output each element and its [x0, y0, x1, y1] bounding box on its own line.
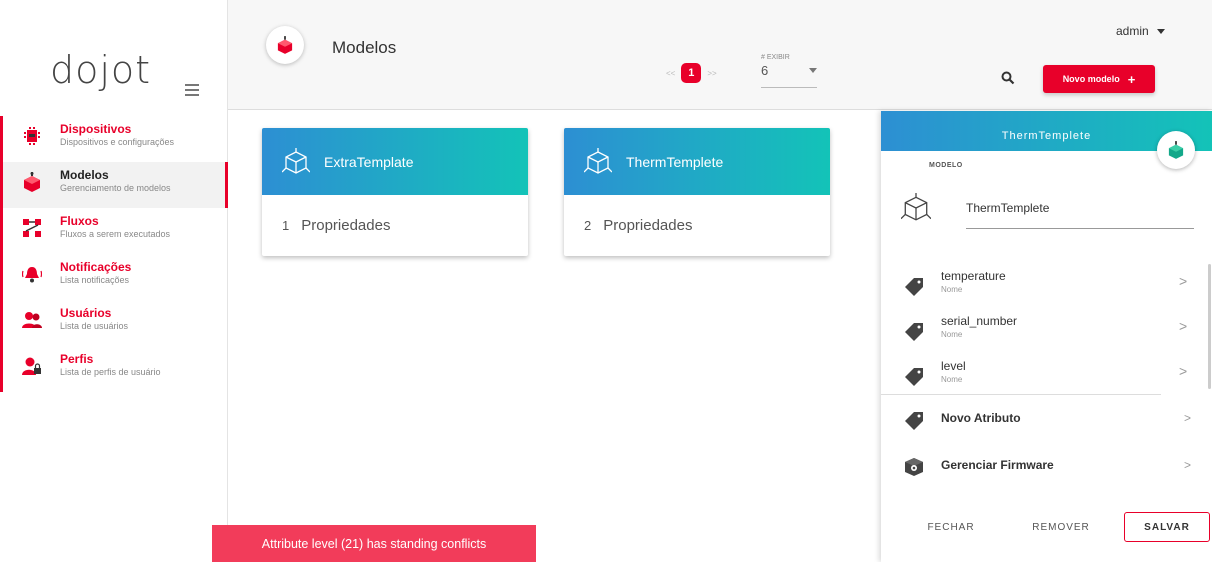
- template-icon: [584, 147, 612, 174]
- manage-firmware-label: Gerenciar Firmware: [941, 458, 1054, 472]
- flow-icon: [21, 217, 43, 239]
- chevron-right-icon: >: [1179, 363, 1188, 379]
- sidebar-item-perfis[interactable]: Perfis Lista de perfis de usuário: [0, 346, 228, 392]
- sidebar-item-sublabel: Lista de usuários: [60, 321, 129, 331]
- attribute-type: Nome: [941, 330, 963, 339]
- chevron-down-icon: [1156, 28, 1165, 34]
- page-header: Modelos << 1 >> # EXIBIR 6 admin Novo mo…: [228, 0, 1212, 110]
- new-model-label: Novo modelo: [1062, 74, 1120, 84]
- template-icon: [901, 193, 931, 221]
- sidebar-item-label: Usuários: [60, 306, 112, 320]
- attribute-name: level: [941, 359, 966, 373]
- error-toast: Attribute level (21) has standing confli…: [212, 525, 536, 562]
- profile-lock-icon: [21, 355, 43, 377]
- firmware-box-icon: [905, 458, 923, 476]
- scrollbar[interactable]: [1208, 264, 1211, 389]
- sidebar-nav: Dispositivos Dispositivos e configuraçõe…: [0, 116, 228, 392]
- model-name-field[interactable]: ThermTemplete: [966, 201, 1049, 215]
- page-title: Modelos: [332, 38, 397, 57]
- sidebar-item-sublabel: Dispositivos e configurações: [60, 137, 175, 147]
- new-attribute-label: Novo Atributo: [941, 411, 1021, 425]
- attribute-type: Nome: [941, 285, 963, 294]
- users-icon: [21, 309, 43, 331]
- template-name: ExtraTemplate: [324, 153, 414, 170]
- hamburger-menu-icon[interactable]: [185, 84, 199, 96]
- property-label: Propriedades: [603, 217, 693, 234]
- app-logo[interactable]: dojot: [50, 48, 151, 92]
- section-label: MODELO: [929, 162, 963, 169]
- cube-icon: [266, 26, 304, 64]
- attribute-name: temperature: [941, 269, 1006, 283]
- new-attribute-item[interactable]: Novo Atributo >: [881, 401, 1212, 441]
- sidebar-item-dispositivos[interactable]: Dispositivos Dispositivos e configuraçõe…: [0, 116, 228, 162]
- property-label: Propriedades: [301, 217, 391, 234]
- close-button[interactable]: FECHAR: [911, 512, 991, 542]
- sidebar-item-fluxos[interactable]: Fluxos Fluxos a serem executados: [0, 208, 228, 254]
- sidebar: dojot Dispositivos Dispositivos e config…: [0, 0, 228, 562]
- attribute-item[interactable]: serial_number Nome >: [881, 312, 1212, 356]
- sidebar-item-notificacoes[interactable]: Notificações Lista notificações: [0, 254, 228, 300]
- sidebar-item-sublabel: Fluxos a serem executados: [60, 229, 171, 239]
- chevron-right-icon: >: [1179, 273, 1188, 289]
- attribute-name: serial_number: [941, 314, 1018, 328]
- template-name: ThermTemplete: [626, 153, 724, 170]
- property-count: 1: [282, 218, 290, 233]
- chevron-right-icon: >: [1184, 458, 1192, 472]
- sidebar-item-label: Modelos: [60, 168, 109, 182]
- attribute-type: Nome: [941, 375, 963, 384]
- sidebar-item-usuarios[interactable]: Usuários Lista de usuários: [0, 300, 228, 346]
- prev-page-button[interactable]: <<: [666, 69, 675, 78]
- search-icon[interactable]: [1001, 71, 1015, 85]
- chevron-down-icon: [809, 68, 817, 73]
- tag-icon: [905, 412, 923, 430]
- chevron-right-icon: >: [1184, 411, 1192, 425]
- tag-icon: [905, 368, 923, 386]
- sidebar-item-label: Notificações: [60, 260, 132, 274]
- next-page-button[interactable]: >>: [707, 69, 716, 78]
- cube-icon: [1157, 131, 1195, 169]
- sidebar-item-modelos[interactable]: Modelos Gerenciamento de modelos: [0, 162, 228, 208]
- sidebar-item-label: Dispositivos: [60, 122, 132, 136]
- page-size-select[interactable]: # EXIBIR 6: [761, 54, 817, 88]
- template-icon: [282, 147, 310, 174]
- page-size-value: 6: [761, 63, 769, 78]
- app-root: dojot Dispositivos Dispositivos e config…: [0, 0, 1212, 562]
- plus-icon: +: [1127, 71, 1136, 87]
- current-page[interactable]: 1: [681, 63, 702, 83]
- template-card[interactable]: ThermTemplete 2 Propriedades: [564, 128, 830, 256]
- sidebar-item-label: Fluxos: [60, 214, 99, 228]
- page-size-label: # EXIBIR: [761, 54, 790, 61]
- template-detail-panel: ThermTemplete MODELO ThermTemplete tempe…: [881, 111, 1212, 562]
- tag-icon: [905, 323, 923, 341]
- bell-icon: [21, 263, 43, 285]
- sidebar-item-label: Perfis: [60, 352, 94, 366]
- property-count: 2: [584, 218, 592, 233]
- sidebar-item-sublabel: Lista de perfis de usuário: [60, 367, 161, 377]
- sidebar-item-sublabel: Lista notificações: [60, 275, 130, 285]
- cube-icon: [21, 171, 43, 193]
- pagination: << 1 >>: [660, 63, 723, 83]
- tag-icon: [905, 278, 923, 296]
- chevron-right-icon: >: [1179, 318, 1188, 334]
- user-name: admin: [1116, 24, 1149, 38]
- new-model-button[interactable]: Novo modelo +: [1043, 65, 1155, 93]
- save-button[interactable]: SALVAR: [1124, 512, 1210, 542]
- sidebar-item-sublabel: Gerenciamento de modelos: [60, 183, 171, 193]
- chip-icon: [21, 125, 43, 147]
- manage-firmware-item[interactable]: Gerenciar Firmware >: [881, 448, 1212, 488]
- attribute-item[interactable]: temperature Nome >: [881, 267, 1212, 311]
- template-card[interactable]: ExtraTemplate 1 Propriedades: [262, 128, 528, 256]
- remove-button[interactable]: REMOVER: [1021, 512, 1101, 542]
- user-menu[interactable]: admin: [1116, 24, 1165, 38]
